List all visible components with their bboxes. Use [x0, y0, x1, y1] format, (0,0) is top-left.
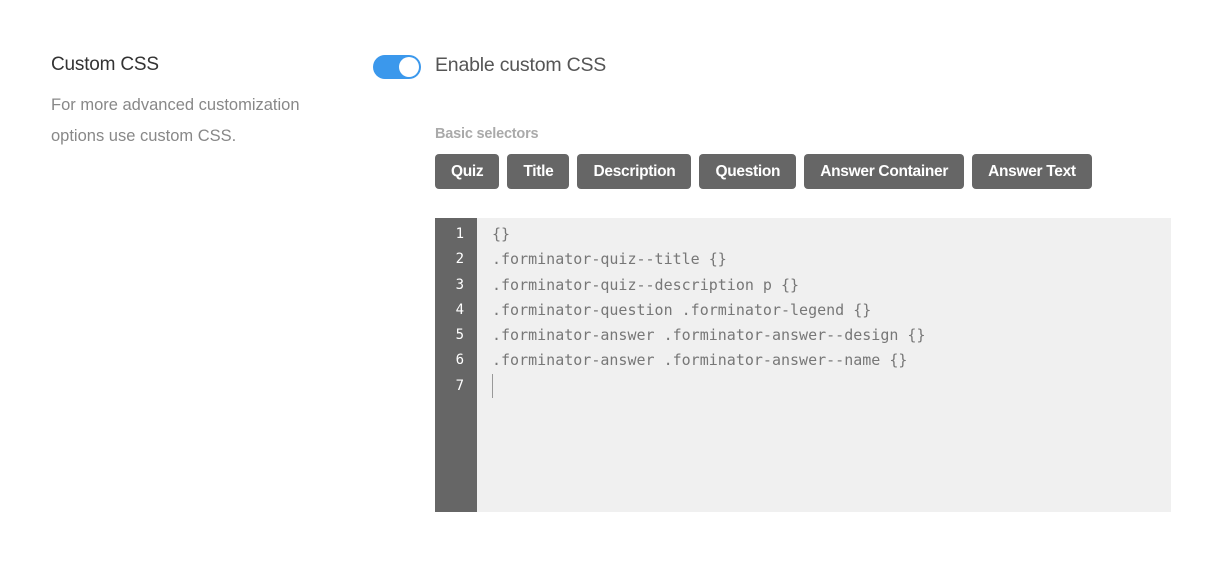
code-line[interactable]: .forminator-question .forminator-legend … — [492, 298, 1171, 323]
basic-selectors-label: Basic selectors — [435, 126, 539, 142]
code-line[interactable]: .forminator-answer .forminator-answer--n… — [492, 348, 1171, 373]
line-number-gutter: 1 2 3 4 5 6 7 — [435, 218, 477, 512]
toggle-label[interactable]: Enable custom CSS — [435, 54, 606, 77]
css-code-editor[interactable]: 1 2 3 4 5 6 7 {} .forminator-quiz--title… — [435, 218, 1171, 512]
selector-quiz-button[interactable]: Quiz — [435, 154, 500, 189]
selector-answer-container-button[interactable]: Answer Container — [804, 154, 965, 189]
code-line[interactable]: {} — [492, 222, 1171, 247]
code-area[interactable]: {} .forminator-quiz--title {} .forminato… — [477, 218, 1171, 512]
selector-answer-text-button[interactable]: Answer Text — [972, 154, 1092, 189]
enable-custom-css-toggle[interactable] — [373, 55, 421, 79]
line-number: 6 — [455, 352, 464, 369]
selector-button-row: Quiz Title Description Question Answer C… — [435, 154, 1092, 189]
line-number: 4 — [455, 301, 464, 318]
text-cursor — [492, 374, 493, 399]
line-number: 5 — [455, 327, 464, 344]
selector-description-button[interactable]: Description — [577, 154, 692, 189]
line-number: 7 — [455, 377, 464, 394]
selector-title-button[interactable]: Title — [507, 154, 570, 189]
code-line[interactable]: .forminator-answer .forminator-answer--d… — [492, 323, 1171, 348]
line-number: 1 — [455, 226, 464, 242]
line-number: 2 — [455, 251, 464, 268]
section-description: For more advanced customization options … — [51, 96, 300, 145]
toggle-knob — [399, 57, 419, 77]
code-line[interactable]: .forminator-quiz--title {} — [492, 247, 1171, 272]
line-number: 3 — [455, 276, 464, 293]
section-title: Custom CSS — [51, 54, 159, 75]
selector-question-button[interactable]: Question — [699, 154, 797, 189]
code-line[interactable]: .forminator-quiz--description p {} — [492, 273, 1171, 298]
code-line-active[interactable] — [492, 374, 1171, 399]
